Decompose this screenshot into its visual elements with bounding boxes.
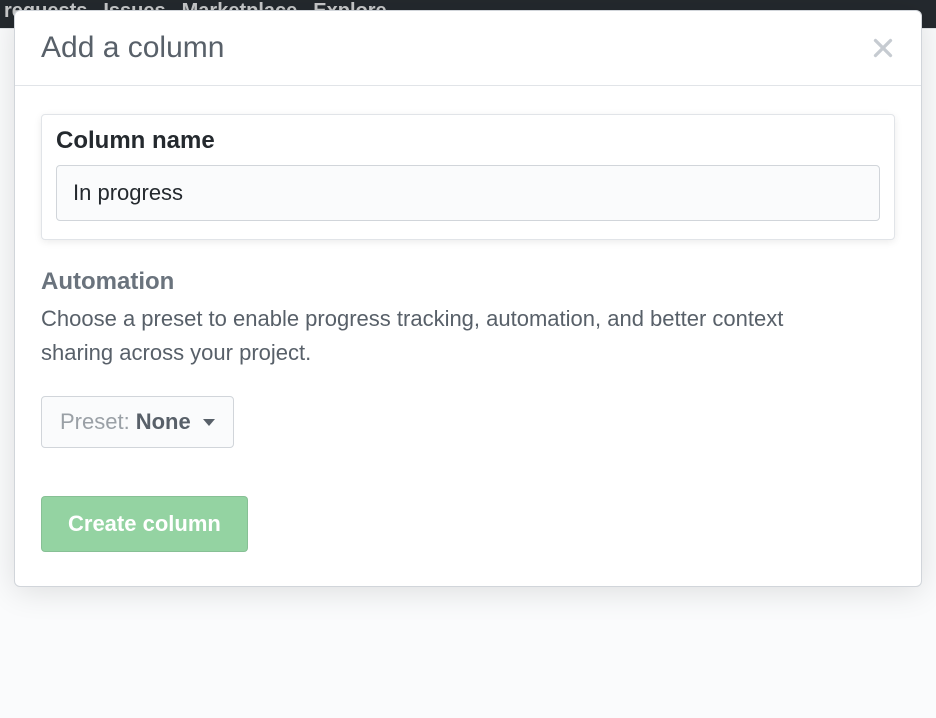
automation-heading: Automation — [41, 268, 895, 296]
preset-prefix: Preset: — [60, 409, 130, 435]
column-name-input[interactable] — [56, 165, 880, 221]
preset-select[interactable]: Preset: None — [41, 396, 234, 448]
chevron-down-icon — [203, 419, 215, 426]
modal-title: Add a column — [41, 31, 224, 65]
create-column-button[interactable]: Create column — [41, 496, 248, 552]
column-name-label: Column name — [56, 127, 880, 155]
column-name-card: Column name — [41, 114, 895, 240]
modal-body: Column name Automation Choose a preset t… — [15, 86, 921, 586]
preset-value: None — [136, 409, 191, 435]
automation-description: Choose a preset to enable progress track… — [41, 302, 861, 370]
modal-header: Add a column — [15, 11, 921, 86]
add-column-modal: Add a column Column name Automation Choo… — [14, 10, 922, 587]
close-icon[interactable] — [871, 36, 895, 60]
